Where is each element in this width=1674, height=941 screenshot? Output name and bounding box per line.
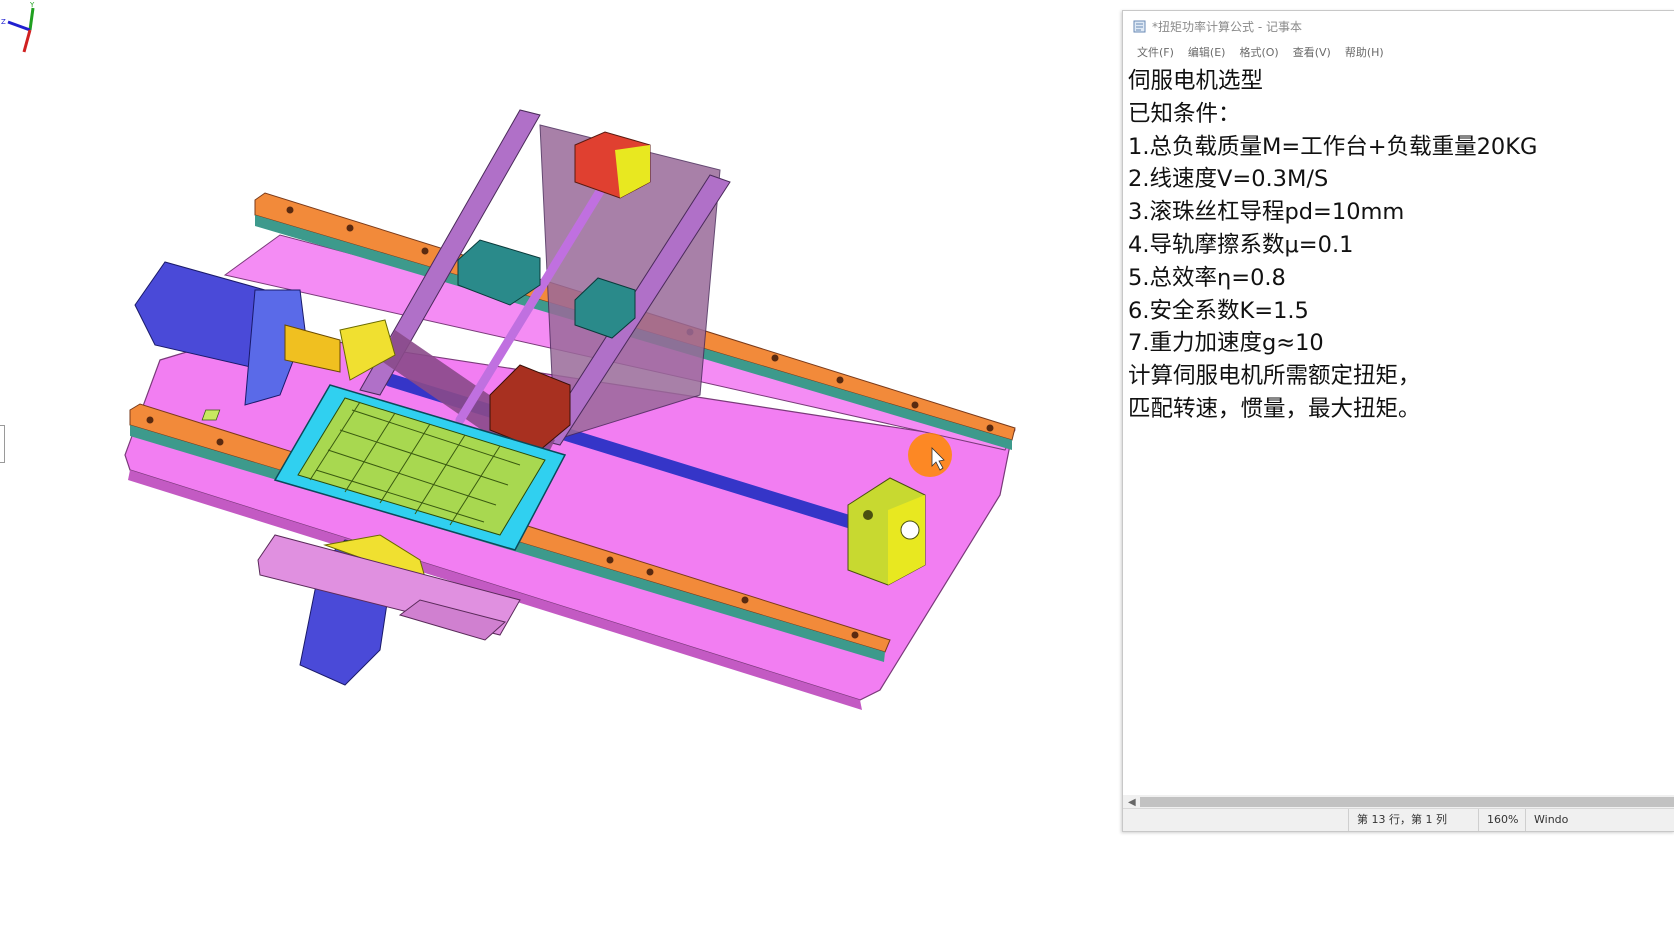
text-line: 已知条件：	[1128, 100, 1241, 127]
scrollbar-thumb[interactable]	[1140, 797, 1674, 807]
text-line: 7.重力加速度g≈10	[1128, 330, 1324, 357]
panel-collapse-tab[interactable]	[0, 425, 5, 463]
status-cursor-position: 第 13 行，第 1 列	[1348, 809, 1447, 831]
menu-file[interactable]: 文件(F)	[1130, 44, 1181, 60]
text-editor[interactable]: 伺服电机选型 已知条件： 1.总负载质量M=工作台+负载重量20KG 2.线速度…	[1123, 63, 1674, 795]
horizontal-scrollbar[interactable]: ◀	[1123, 795, 1674, 809]
status-zoom: 160%	[1478, 809, 1518, 831]
menu-view[interactable]: 查看(V)	[1286, 44, 1338, 60]
text-line: 匹配转速，惯量，最大扭矩。	[1128, 395, 1421, 422]
notepad-icon	[1133, 20, 1146, 33]
text-line: 3.滚珠丝杠导程pd=10mm	[1128, 199, 1405, 226]
axis-label-y: Y	[29, 1, 35, 9]
text-line: 2.线速度V=0.3M/S	[1128, 166, 1329, 193]
menubar: 文件(F) 编辑(E) 格式(O) 查看(V) 帮助(H)	[1123, 41, 1674, 63]
menu-help[interactable]: 帮助(H)	[1338, 44, 1391, 60]
window-title: *扭矩功率计算公式 - 记事本	[1152, 19, 1302, 34]
statusbar: 第 13 行，第 1 列 160% Windo	[1123, 808, 1674, 831]
axis-label-z: Z	[1, 18, 6, 26]
cad-viewport[interactable]: Y Z	[0, 0, 1120, 941]
status-line-ending: Windo	[1525, 809, 1568, 831]
notepad-window[interactable]: *扭矩功率计算公式 - 记事本 文件(F) 编辑(E) 格式(O) 查看(V) …	[1122, 10, 1674, 832]
cursor-highlight	[908, 433, 952, 477]
cad-assembly-model[interactable]	[0, 0, 1120, 941]
text-line: 伺服电机选型	[1128, 68, 1264, 94]
menu-format[interactable]: 格式(O)	[1232, 44, 1285, 60]
text-line: 6.安全系数K=1.5	[1128, 297, 1309, 324]
text-line: 4.导轨摩擦系数μ=0.1	[1128, 231, 1354, 258]
text-line: 1.总负载质量M=工作台+负载重量20KG	[1128, 133, 1538, 160]
scroll-left-icon[interactable]: ◀	[1128, 797, 1136, 808]
axis-triad-icon: Y Z	[1, 1, 35, 53]
text-line: 5.总效率η=0.8	[1128, 264, 1286, 291]
text-line: 计算伺服电机所需额定扭矩，	[1128, 363, 1421, 390]
titlebar[interactable]: *扭矩功率计算公式 - 记事本	[1123, 11, 1674, 41]
menu-edit[interactable]: 编辑(E)	[1181, 44, 1233, 60]
